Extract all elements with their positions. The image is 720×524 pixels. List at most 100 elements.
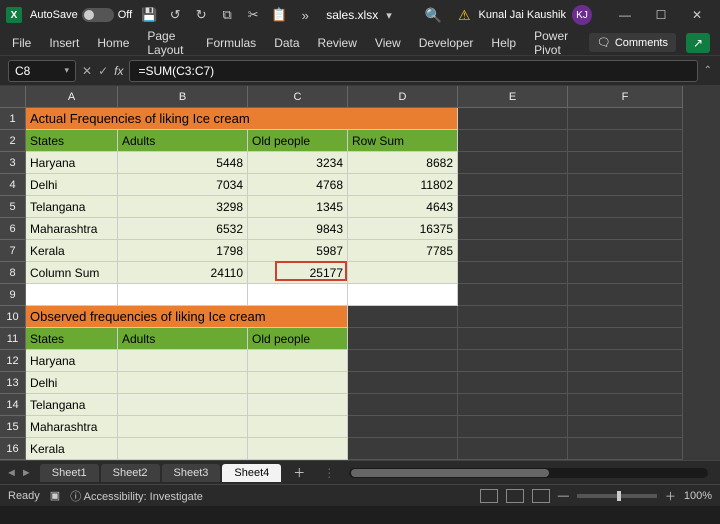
cell[interactable] bbox=[118, 372, 248, 394]
save-icon[interactable]: 💾 bbox=[140, 6, 158, 24]
cell[interactable] bbox=[26, 284, 118, 306]
undo-icon[interactable]: ↺ bbox=[166, 6, 184, 24]
cell[interactable] bbox=[458, 196, 568, 218]
row-header[interactable]: 7 bbox=[0, 240, 26, 262]
tab-help[interactable]: Help bbox=[489, 34, 518, 52]
copy-icon[interactable]: ⧉ bbox=[218, 6, 236, 24]
row-header[interactable]: 12 bbox=[0, 350, 26, 372]
cells-area[interactable]: Actual Frequencies of liking Ice creamSt… bbox=[26, 108, 720, 460]
cell[interactable]: Kerala bbox=[26, 240, 118, 262]
cell[interactable] bbox=[348, 284, 458, 306]
cell[interactable] bbox=[348, 438, 458, 460]
cell[interactable] bbox=[248, 438, 348, 460]
zoom-slider[interactable] bbox=[577, 494, 657, 498]
cell[interactable] bbox=[458, 328, 568, 350]
close-button[interactable]: ✕ bbox=[680, 1, 714, 29]
cell[interactable] bbox=[118, 350, 248, 372]
cell[interactable]: 6532 bbox=[118, 218, 248, 240]
cell[interactable] bbox=[248, 372, 348, 394]
cell[interactable]: Telangana bbox=[26, 196, 118, 218]
cell[interactable]: 9843 bbox=[248, 218, 348, 240]
cell[interactable]: 5448 bbox=[118, 152, 248, 174]
cell[interactable] bbox=[248, 284, 348, 306]
cell[interactable] bbox=[458, 240, 568, 262]
zoom-out-icon[interactable]: ― bbox=[558, 490, 569, 502]
column-header[interactable]: B bbox=[118, 86, 248, 108]
zoom-level[interactable]: 100% bbox=[684, 490, 712, 502]
view-page-break-icon[interactable] bbox=[532, 489, 550, 503]
cell[interactable] bbox=[568, 240, 683, 262]
cell[interactable] bbox=[568, 306, 683, 328]
cell[interactable]: Adults bbox=[118, 130, 248, 152]
cancel-formula-icon[interactable]: ✕ bbox=[82, 64, 92, 78]
tab-insert[interactable]: Insert bbox=[47, 34, 81, 52]
cell[interactable]: States bbox=[26, 328, 118, 350]
sheet-tab[interactable]: Sheet4 bbox=[222, 464, 281, 482]
tab-review[interactable]: Review bbox=[316, 34, 359, 52]
row-header[interactable]: 10 bbox=[0, 306, 26, 328]
cell[interactable] bbox=[348, 394, 458, 416]
sheet-prev-icon[interactable]: ◄ bbox=[6, 467, 17, 479]
autosave-toggle[interactable] bbox=[82, 8, 114, 22]
cell[interactable]: Row Sum bbox=[348, 130, 458, 152]
cell[interactable] bbox=[568, 262, 683, 284]
name-box-dropdown-icon[interactable]: ▾ bbox=[64, 65, 69, 76]
column-header[interactable]: C bbox=[248, 86, 348, 108]
row-header[interactable]: 16 bbox=[0, 438, 26, 460]
cell[interactable] bbox=[118, 394, 248, 416]
cell[interactable]: Kerala bbox=[26, 438, 118, 460]
cell[interactable]: Maharashtra bbox=[26, 218, 118, 240]
formula-input[interactable]: =SUM(C3:C7) bbox=[129, 60, 697, 82]
qa-more-icon[interactable]: » bbox=[296, 6, 314, 24]
name-box[interactable]: C8 ▾ bbox=[8, 60, 76, 82]
cell[interactable] bbox=[458, 306, 568, 328]
cell[interactable]: Delhi bbox=[26, 174, 118, 196]
cell[interactable] bbox=[458, 130, 568, 152]
cell[interactable] bbox=[568, 130, 683, 152]
cell[interactable]: 11802 bbox=[348, 174, 458, 196]
add-sheet-button[interactable]: ＋ bbox=[283, 461, 315, 484]
redo-icon[interactable]: ↻ bbox=[192, 6, 210, 24]
cell[interactable] bbox=[458, 394, 568, 416]
cell[interactable] bbox=[568, 328, 683, 350]
row-header[interactable]: 3 bbox=[0, 152, 26, 174]
grid-body[interactable]: ABCDEF Actual Frequencies of liking Ice … bbox=[26, 86, 720, 460]
row-header[interactable]: 9 bbox=[0, 284, 26, 306]
cell[interactable]: Old people bbox=[248, 130, 348, 152]
cell[interactable] bbox=[568, 394, 683, 416]
cell[interactable] bbox=[458, 416, 568, 438]
cell[interactable]: 16375 bbox=[348, 218, 458, 240]
cell[interactable] bbox=[348, 350, 458, 372]
row-header[interactable]: 6 bbox=[0, 218, 26, 240]
cell[interactable]: 3234 bbox=[248, 152, 348, 174]
column-header[interactable]: F bbox=[568, 86, 683, 108]
expand-formula-bar-icon[interactable]: ⌃ bbox=[704, 65, 712, 76]
horizontal-scrollbar[interactable] bbox=[349, 468, 708, 478]
fx-icon[interactable]: fx bbox=[114, 64, 123, 78]
cell[interactable]: Column Sum bbox=[26, 262, 118, 284]
cell[interactable] bbox=[568, 372, 683, 394]
tab-home[interactable]: Home bbox=[95, 34, 131, 52]
cell[interactable] bbox=[118, 416, 248, 438]
cell[interactable]: Haryana bbox=[26, 350, 118, 372]
tab-file[interactable]: File bbox=[10, 34, 33, 52]
user-account[interactable]: Kunal Jai Kaushik KJ bbox=[479, 5, 592, 25]
cell[interactable]: Adults bbox=[118, 328, 248, 350]
tab-data[interactable]: Data bbox=[272, 34, 301, 52]
search-icon[interactable]: 🔍 bbox=[425, 7, 442, 24]
cell[interactable]: 1798 bbox=[118, 240, 248, 262]
paste-icon[interactable]: 📋 bbox=[270, 6, 288, 24]
cell[interactable] bbox=[348, 416, 458, 438]
sheet-next-icon[interactable]: ► bbox=[21, 467, 32, 479]
confirm-formula-icon[interactable]: ✓ bbox=[98, 64, 108, 78]
cell[interactable] bbox=[348, 372, 458, 394]
cell[interactable] bbox=[568, 174, 683, 196]
accessibility-status[interactable]: ⓘ Accessibility: Investigate bbox=[70, 488, 203, 504]
row-header[interactable]: 15 bbox=[0, 416, 26, 438]
tab-page-layout[interactable]: Page Layout bbox=[145, 27, 190, 59]
macro-record-icon[interactable]: ▣ bbox=[50, 489, 60, 502]
row-header[interactable]: 11 bbox=[0, 328, 26, 350]
cell[interactable]: Telangana bbox=[26, 394, 118, 416]
cell[interactable] bbox=[568, 218, 683, 240]
filename-dropdown-icon[interactable]: ▾ bbox=[386, 9, 392, 22]
